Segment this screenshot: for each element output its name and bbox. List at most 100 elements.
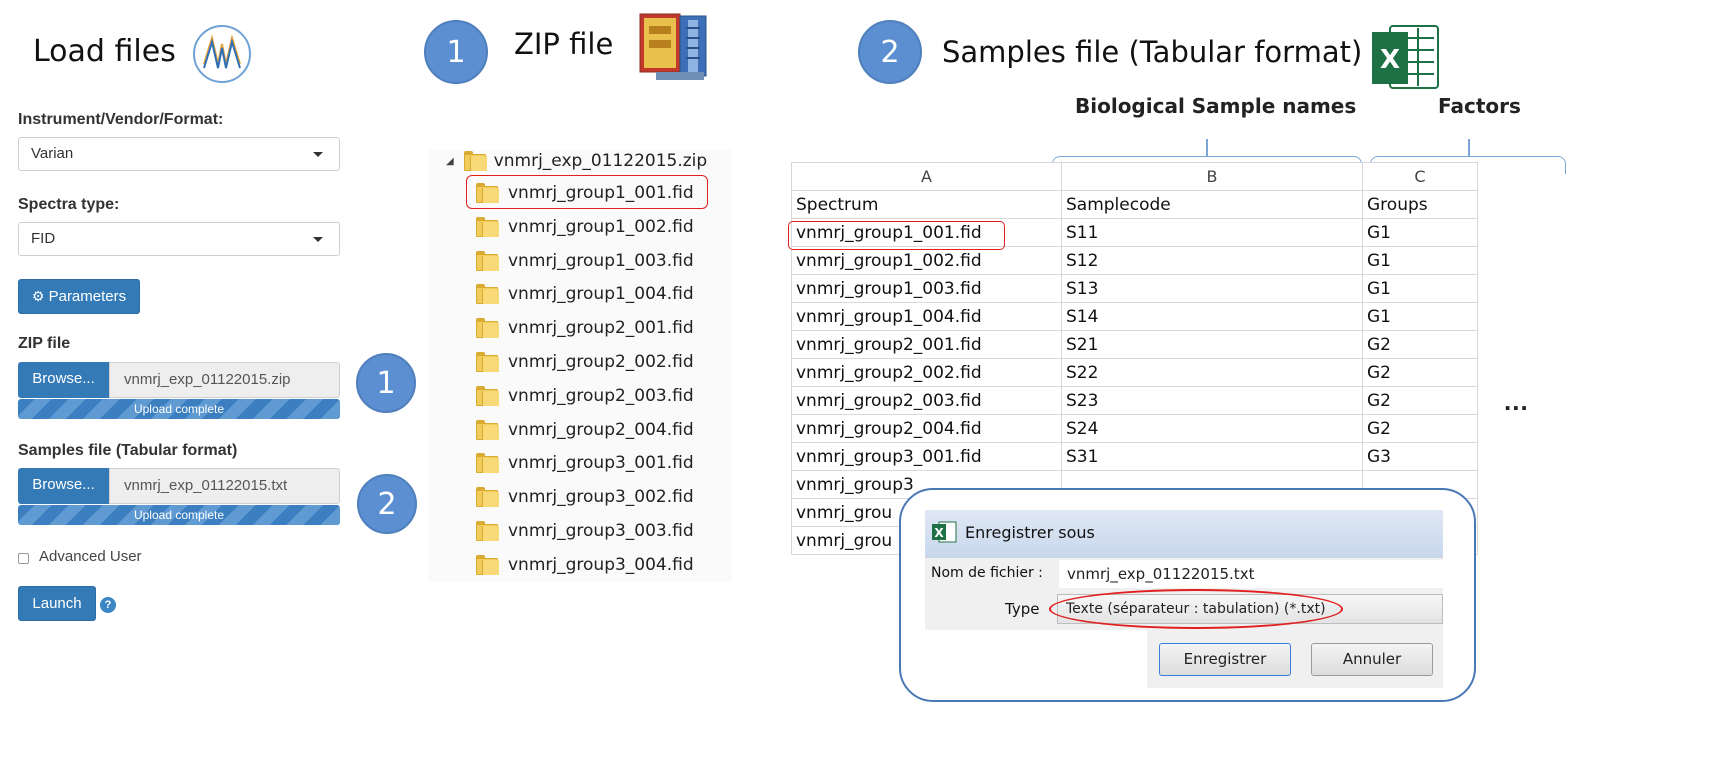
- launch-button[interactable]: Launch: [18, 586, 96, 621]
- tree-item-label: vnmrj_group2_001.fid: [508, 318, 694, 339]
- tree-item-label: vnmrj_group1_003.fid: [508, 250, 694, 271]
- sheet-highlight-box: [788, 221, 1005, 250]
- tree-item-label: vnmrj_group3_003.fid: [508, 521, 694, 541]
- samples-upload-progress: Upload complete: [18, 505, 340, 525]
- tree-item[interactable]: vnmrj_group3_002.fid: [476, 482, 694, 512]
- table-cell: S14: [1061, 302, 1363, 331]
- filename-label: Nom de fichier :: [931, 565, 1043, 581]
- tree-item[interactable]: vnmrj_group1_003.fid: [476, 246, 694, 276]
- step-1-header-badge: 1: [424, 20, 488, 84]
- folder-icon: [476, 283, 499, 305]
- header-row: Spectrum Samplecode Groups: [791, 190, 1478, 219]
- table-cell: G2: [1362, 386, 1478, 415]
- tree-item-label: vnmrj_group3_004.fid: [508, 554, 694, 575]
- spectra-type-label: Spectra type:: [18, 196, 120, 213]
- table-row: vnmrj_group1_002.fid S12 G1: [791, 246, 1478, 275]
- table-cell: vnmrj_group1_004.fid: [791, 302, 1062, 331]
- table-row: vnmrj_group2_003.fid S23 G2: [791, 386, 1478, 415]
- header-cell: Spectrum: [791, 190, 1062, 219]
- gear-icon: ⚙: [31, 288, 45, 304]
- tree-item[interactable]: vnmrj_group3_003.fid: [476, 516, 694, 546]
- samples-file-label: Samples file (Tabular format): [18, 442, 238, 459]
- tree-item[interactable]: vnmrj_group2_001.fid: [476, 313, 694, 343]
- table-cell: S13: [1061, 274, 1363, 303]
- tree-item[interactable]: vnmrj_group2_002.fid: [476, 347, 694, 377]
- parameters-button[interactable]: ⚙ Parameters: [18, 279, 140, 314]
- tree-item-label: vnmrj_group3_002.fid: [508, 487, 694, 508]
- help-icon[interactable]: ?: [100, 597, 116, 613]
- tree-item[interactable]: vnmrj_group1_004.fid: [476, 279, 694, 309]
- cancel-button[interactable]: Annuler: [1311, 643, 1433, 676]
- step-1-badge: 1: [356, 353, 416, 413]
- table-cell: vnmrj_group3_001.fid: [791, 442, 1062, 471]
- column-letters-row: ABC: [791, 162, 1478, 191]
- table-cell: vnmrj_group2_004.fid: [791, 414, 1062, 443]
- table-cell: G2: [1362, 330, 1478, 359]
- filename-input[interactable]: vnmrj_exp_01122015.txt: [1059, 560, 1443, 588]
- folder-icon: [476, 486, 499, 508]
- spectra-type-select-value: FID: [31, 230, 56, 247]
- factors-label: Factors: [1438, 94, 1521, 118]
- folder-icon: [476, 351, 499, 373]
- column-letter: A: [791, 162, 1062, 191]
- column-letter: C: [1362, 162, 1478, 191]
- instrument-select-value: Varian: [31, 145, 74, 162]
- samples-browse-button[interactable]: Browse...: [18, 468, 109, 504]
- table-cell: G2: [1362, 414, 1478, 443]
- tree-item[interactable]: vnmrj_group2_004.fid: [476, 415, 694, 445]
- table-cell: G2: [1362, 358, 1478, 387]
- save-button[interactable]: Enregistrer: [1159, 643, 1291, 676]
- zip-root-label: vnmrj_exp_01122015.zip: [493, 151, 708, 171]
- chevron-down-icon: [313, 152, 323, 157]
- folder-icon: [476, 452, 499, 474]
- tree-item-label: vnmrj_group3_001.fid: [508, 453, 694, 474]
- samples-file-title: Samples file (Tabular format): [942, 35, 1363, 69]
- table-cell: vnmrj_group2_003.fid: [791, 386, 1062, 415]
- table-cell: S23: [1061, 386, 1363, 415]
- samples-file-input[interactable]: Browse... vnmrj_exp_01122015.txt: [18, 468, 340, 504]
- table-cell: S24: [1061, 414, 1363, 443]
- table-row: vnmrj_group2_002.fid S22 G2: [791, 358, 1478, 387]
- advanced-user-label: Advanced User: [39, 548, 142, 565]
- zip-browse-button[interactable]: Browse...: [18, 362, 109, 398]
- folder-icon: [476, 554, 499, 576]
- tree-item-label: vnmrj_group1_004.fid: [508, 284, 694, 305]
- tree-item[interactable]: vnmrj_group1_002.fid: [476, 212, 694, 242]
- table-row: vnmrj_group2_001.fid S21 G2: [791, 330, 1478, 359]
- save-as-dialog: X Enregistrer sous Nom de fichier : vnmr…: [899, 488, 1476, 702]
- table-row: vnmrj_group1_004.fid S14 G1: [791, 302, 1478, 331]
- table-cell: G1: [1362, 218, 1478, 247]
- column-letter: B: [1061, 162, 1363, 191]
- zip-file-label: ZIP file: [18, 335, 71, 352]
- zip-tree-root[interactable]: ◢ vnmrj_exp_01122015.zip: [446, 146, 707, 176]
- parameters-button-label: Parameters: [48, 288, 127, 305]
- chevron-down-icon: [313, 237, 323, 242]
- table-cell: S22: [1061, 358, 1363, 387]
- type-label: Type: [1005, 600, 1040, 618]
- zip-file-input[interactable]: Browse... vnmrj_exp_01122015.zip: [18, 362, 340, 398]
- tree-item[interactable]: vnmrj_group2_003.fid: [476, 381, 694, 411]
- tree-item[interactable]: vnmrj_group3_001.fid: [476, 448, 694, 478]
- spectra-type-select[interactable]: FID: [18, 222, 340, 256]
- biological-sample-names-label: Biological Sample names: [1075, 94, 1357, 118]
- more-columns-ellipsis: ...: [1504, 386, 1529, 416]
- table-cell: G1: [1362, 246, 1478, 275]
- zip-filename-field: vnmrj_exp_01122015.zip: [109, 362, 340, 398]
- tree-item[interactable]: vnmrj_group3_004.fid: [476, 550, 694, 580]
- instrument-select[interactable]: Varian: [18, 137, 340, 171]
- table-row: vnmrj_group2_004.fid S24 G2: [791, 414, 1478, 443]
- tree-item-label: vnmrj_group1_002.fid: [508, 216, 694, 237]
- svg-text:X: X: [934, 526, 944, 540]
- zip-upload-progress: Upload complete: [18, 399, 340, 419]
- table-cell: G3: [1362, 442, 1478, 471]
- folder-icon: [476, 216, 499, 238]
- excel-letter: X: [1380, 45, 1400, 75]
- factors-brace-tip: [1468, 139, 1470, 156]
- table-cell: vnmrj_group1_002.fid: [791, 246, 1062, 275]
- advanced-user-checkbox[interactable]: [18, 553, 29, 564]
- table-cell: S31: [1061, 442, 1363, 471]
- dialog-title: Enregistrer sous: [965, 523, 1095, 542]
- samples-filename-field: vnmrj_exp_01122015.txt: [109, 468, 340, 504]
- folder-icon: [476, 385, 499, 407]
- tree-item-label: vnmrj_group2_004.fid: [508, 419, 694, 440]
